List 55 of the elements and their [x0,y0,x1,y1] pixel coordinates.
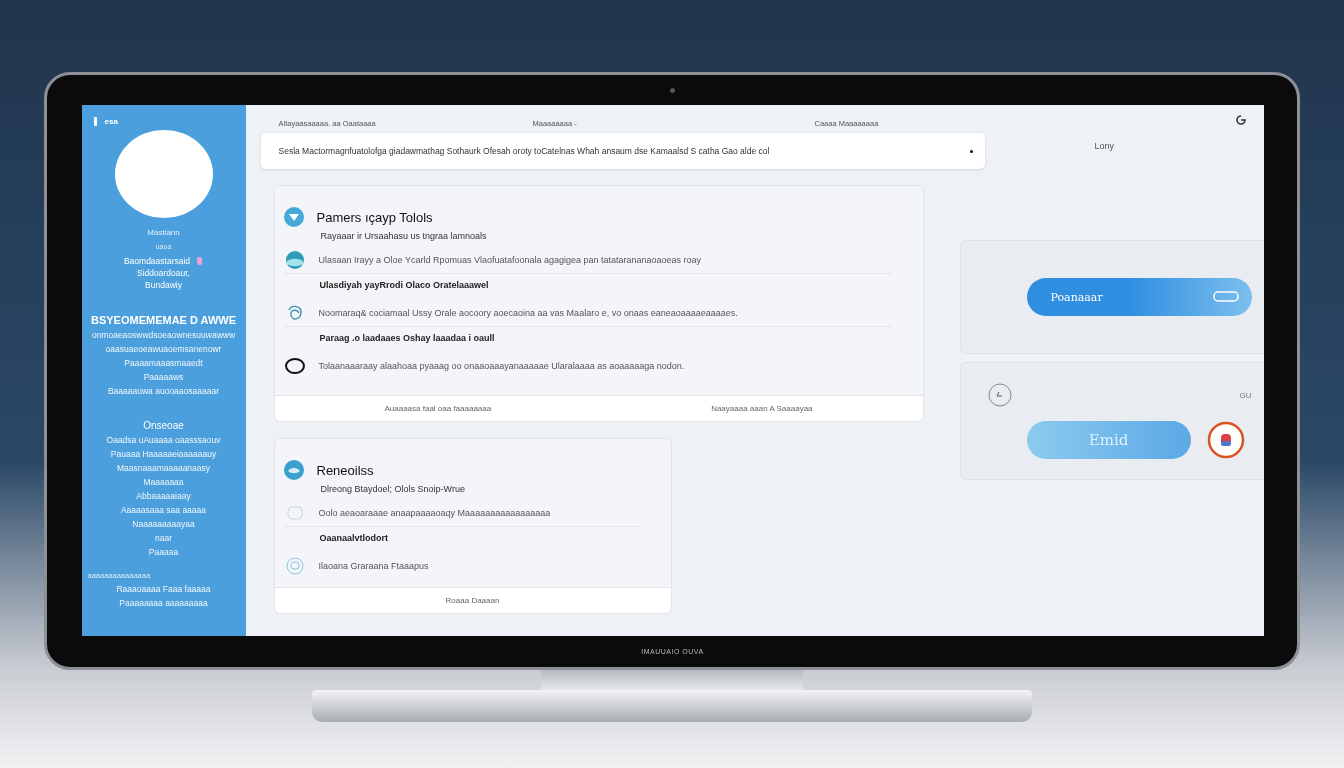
section-heading: BSYEOMEMEMAE D AWWE [90,314,236,326]
list-item-text: Noomaraq& cociamaal Ussy Orale aocoory aoecaoina aa vas Maalaro e, vo onaas eaneaoaaaaeaaaaes. [318,308,738,318]
menu-item[interactable]: Baaaaauwa auooaaosaaaaar [107,386,220,396]
profile-detail: Bundawiy [145,280,182,290]
profile-detail: Baomdaastarsaid [123,256,191,266]
card-subtitle: Rayaaar ir Ursaahasu us tngraa lamnoals [319,230,488,241]
card-subtitle: Dlreong Btaydoel; Olols Snoip-Wrue [319,483,466,494]
section-heading: Onseoae [143,420,184,431]
list-item-text: Ilaoana Graraana Ftaaapus [318,561,429,571]
primary-button[interactable]: Poanaaar [1026,278,1252,316]
card-title: Pamers ıçayp Tolols [316,209,433,225]
list-item-text: Tolaanaaaraay alaahoaa pyaaag oo onaaoaaayanaaaaae Ularalaaaa as aoaaaaaga nodon. [318,361,685,371]
menu-item[interactable]: Naaaaaaaaayaa [132,519,195,529]
profile-detail: Siddoardoaur, [137,268,190,278]
badge-icon [1206,421,1245,459]
menu-item[interactable]: onmoaeaoswwdsoeaownesuuwawww [91,330,236,340]
header-label: Lony [1094,141,1115,151]
circle-icon [986,383,1013,407]
section-heading: Ulasdiyah yayRrodi Olaco Oratelaaawel [282,273,893,294]
list-item-text: Ulasaan Irayy a Oloe Ycarld Rpomuas Vlaofuatafoonala agagigea pan tatatarananaoaoeas roay [318,255,702,265]
globe-icon [282,459,305,481]
card-title: Reneoilss [316,462,374,478]
menu-item[interactable]: Maaaaaaa [143,477,184,487]
menu-item[interactable]: Abbaaaaaiaay [136,491,191,501]
menu-item[interactable]: Oaadsa uAuaaaa oaasssaouv [106,435,221,445]
footer-link[interactable]: Auaaaasa faal oaa faaaaaaaa [384,404,492,413]
globe-icon [284,250,305,270]
menu-item[interactable]: Aaaaasaaa saa aaaaa [120,505,207,515]
search-field[interactable]: Sesla Mactormagnfuatolofga giadawmathag Sothaurk Ofesah oroty toCatelnas Whah ansaum dse Kamaalsd S catha Gao alde col [260,133,985,169]
secondary-button[interactable]: Emid [1026,421,1191,459]
sidebar-label: esa [104,117,118,126]
menu-item[interactable]: Paaaamaaasmaaedt [124,358,203,368]
section-heading: Oaanaalvtlodort [282,526,641,547]
corner-label: GU [1239,390,1252,400]
menu-item[interactable]: Paaaaaws [143,372,184,382]
menu-item[interactable]: Raaaoaaaa Faaa faaaaa [116,584,211,594]
sidebar-marker [93,117,97,126]
section-heading: Paraag .o laadaaes Oshay laaadaa i oaull [282,326,893,347]
footer-link[interactable]: Naayaaaa aaan A Saaaayaa [711,404,813,413]
toggle-icon [1211,290,1240,304]
list-item-text: Oolo aeaoaraaae anaapaaaaoaqy Maaaaaaaaaaaaaaaaa [318,508,551,518]
profile-name: Mastiann [147,228,180,237]
footer-link[interactable]: Roaaa Daaaan [445,596,500,605]
menu-item[interactable]: Paaaaaaaa aaaaaaaaa [119,598,208,608]
square-icon [284,503,305,523]
menu-item[interactable]: Paaaaa [148,547,179,557]
dot-icon [969,149,973,153]
menu-item[interactable]: naar [155,533,172,543]
menu-item[interactable]: Maasnaaamaaaaanaasy [116,463,211,473]
tag-icon [196,256,204,266]
menu-item[interactable]: oaasuaeoeawuaoemsanenowr [105,344,222,354]
ring-icon [284,356,305,376]
menu-item[interactable]: Pauaaa Haaaaaeiaaaaaauy [110,449,217,459]
circle-icon [284,556,305,576]
camera-icon [670,88,675,93]
